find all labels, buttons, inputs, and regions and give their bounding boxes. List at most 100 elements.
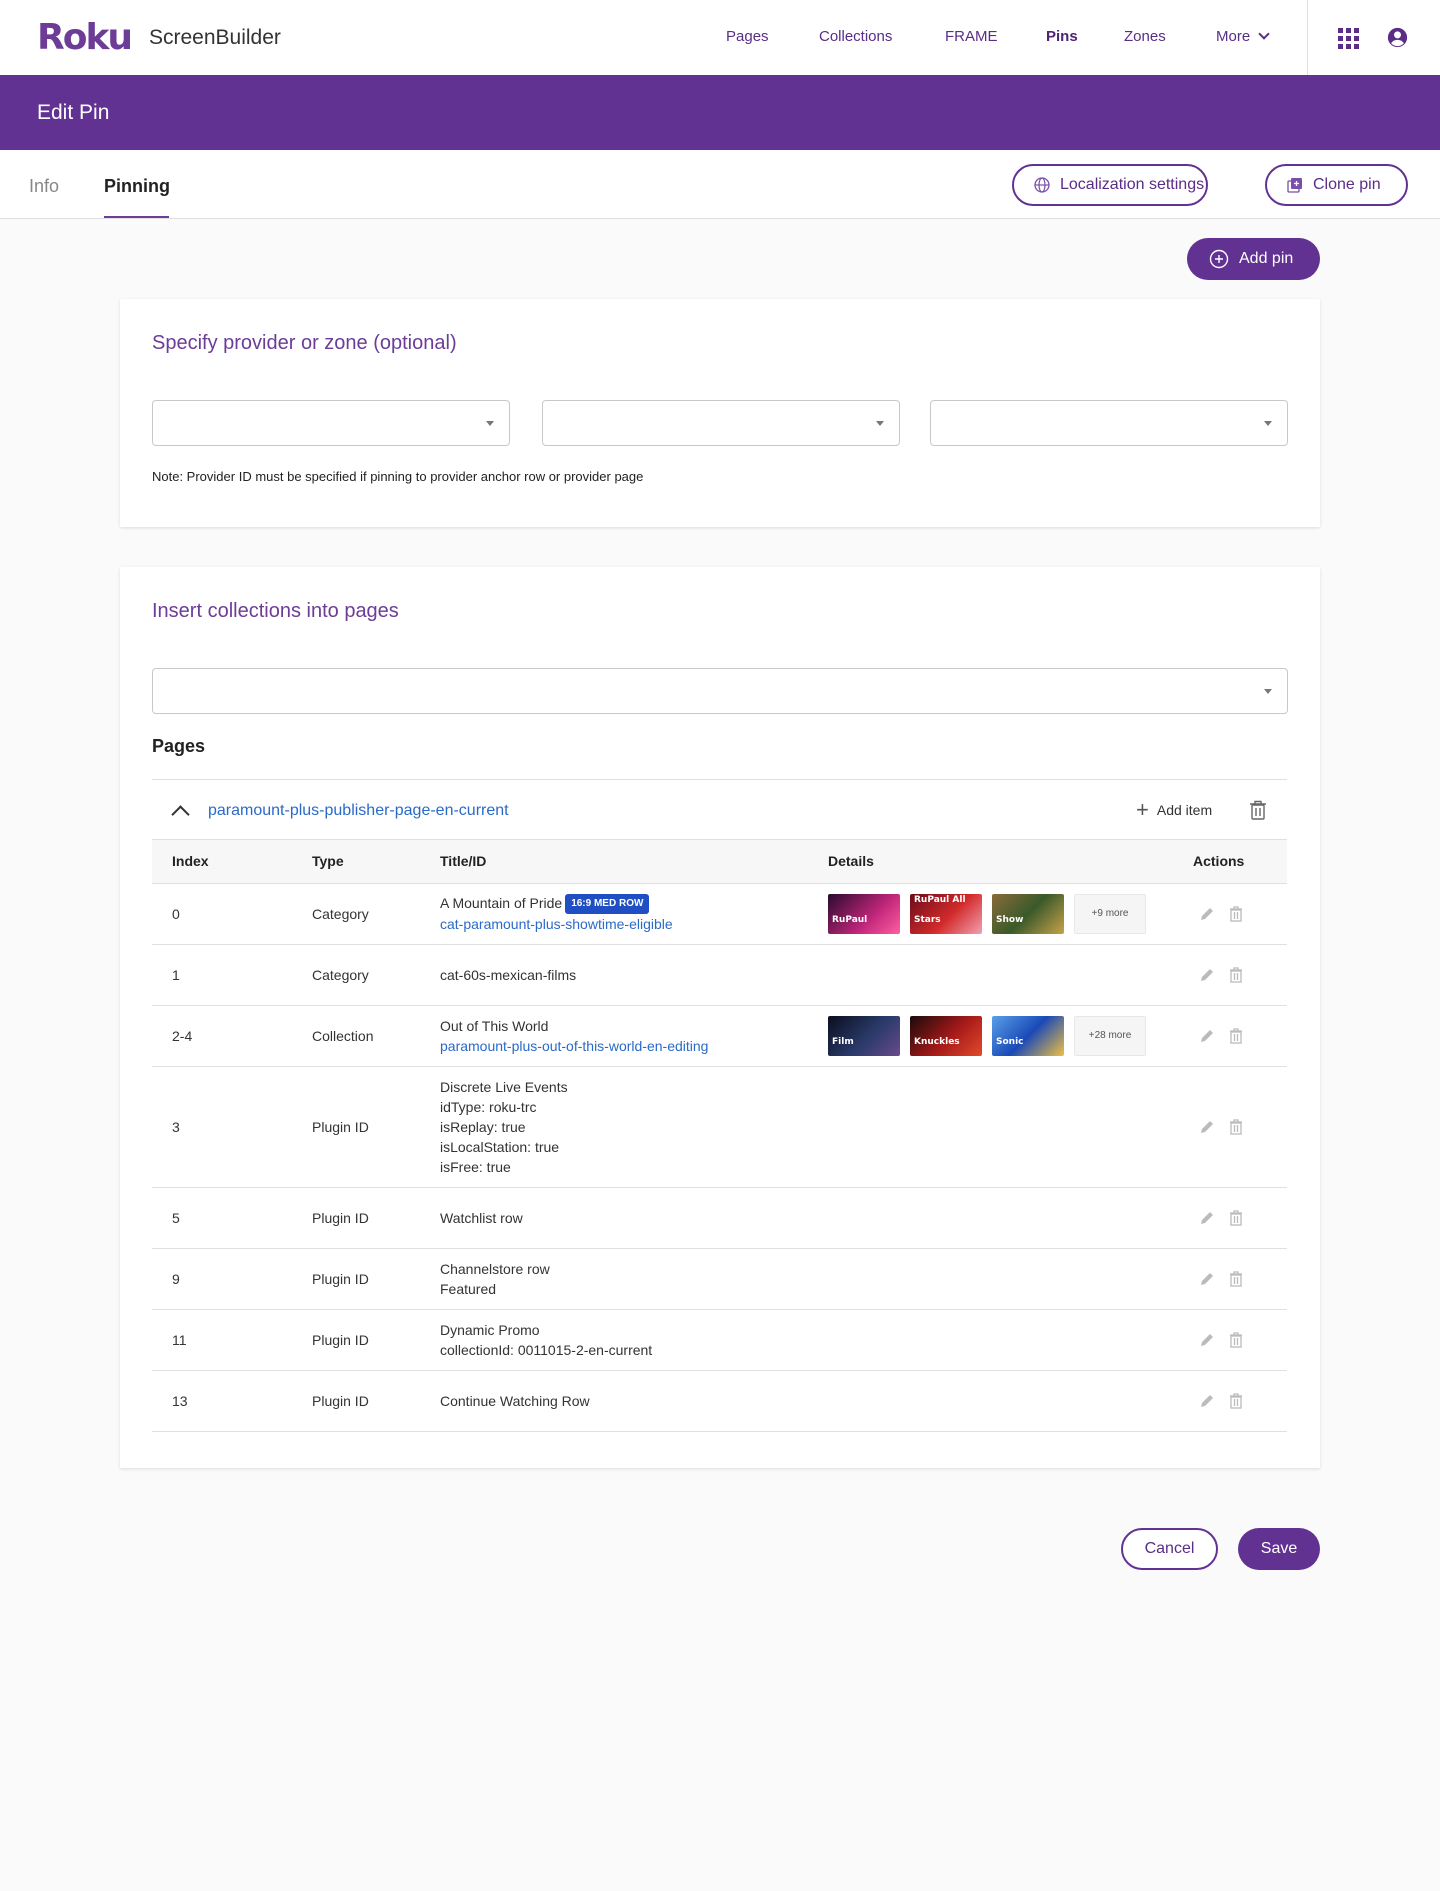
dropdown-caret-icon xyxy=(876,421,884,426)
account-circle-icon[interactable] xyxy=(1387,27,1408,48)
row-index: 11 xyxy=(152,1309,312,1371)
row-meta-line: isFree: true xyxy=(440,1158,511,1175)
row-meta-line: Featured xyxy=(440,1280,497,1297)
dropdown-caret-icon xyxy=(1264,689,1272,694)
provider-select[interactable] xyxy=(152,400,510,446)
edit-pencil-icon[interactable] xyxy=(1199,906,1215,922)
apps-grid-icon[interactable] xyxy=(1338,28,1359,49)
pages-label: Pages xyxy=(152,736,206,756)
more-thumbnails[interactable]: +9 more xyxy=(1074,893,1146,934)
thumbnail-image[interactable]: RuPaul xyxy=(828,893,900,934)
nav-divider xyxy=(1307,0,1308,75)
tab-pinning[interactable]: Pinning xyxy=(104,175,170,197)
zone-select[interactable] xyxy=(930,400,1288,446)
save-button[interactable]: Save xyxy=(1238,1528,1320,1570)
add-pin-label: Add pin xyxy=(1239,250,1294,267)
row-index: 3 xyxy=(152,1066,312,1188)
table-row: 2-4 Collection Out of This World paramou… xyxy=(152,1005,1287,1067)
row-meta-line: idType: roku-trc xyxy=(440,1098,537,1115)
page-title: Edit Pin xyxy=(37,101,110,124)
trash-icon[interactable] xyxy=(1249,800,1267,820)
thumbnail-image[interactable]: Sonic xyxy=(992,1015,1064,1056)
row-format-badge: 16:9 MED ROW xyxy=(565,894,650,915)
row-type: Plugin ID xyxy=(312,1066,440,1188)
thumbnail-image[interactable]: Knuckles xyxy=(910,1015,982,1056)
edit-pencil-icon[interactable] xyxy=(1199,1271,1215,1287)
insert-collections-card: Insert collections into pages Pages para… xyxy=(120,567,1320,1468)
table-row: 3 Plugin ID Discrete Live Events idType:… xyxy=(152,1066,1287,1188)
nav-frame[interactable]: FRAME xyxy=(945,28,998,46)
edit-pencil-icon[interactable] xyxy=(1199,1119,1215,1135)
add-pin-button[interactable]: Add pin xyxy=(1187,238,1320,280)
add-item-button[interactable]: + Add item xyxy=(1136,797,1212,822)
row-index: 0 xyxy=(152,883,312,945)
plus-icon: + xyxy=(1136,797,1149,822)
col-type[interactable]: Type xyxy=(312,840,440,884)
provider-note: Note: Provider ID must be specified if p… xyxy=(152,469,644,484)
tab-info[interactable]: Info xyxy=(29,175,59,197)
row-meta-line: isReplay: true xyxy=(440,1118,526,1135)
row-id-link[interactable]: paramount-plus-out-of-this-world-en-edit… xyxy=(440,1036,828,1056)
dropdown-caret-icon xyxy=(486,421,494,426)
nav-zones[interactable]: Zones xyxy=(1124,28,1166,46)
row-title: cat-60s-mexican-films xyxy=(440,944,828,1006)
row-type: Plugin ID xyxy=(312,1370,440,1432)
nav-pins[interactable]: Pins xyxy=(1046,28,1078,46)
row-actions xyxy=(1193,1187,1287,1249)
col-index[interactable]: Index xyxy=(152,840,312,884)
nav-pages[interactable]: Pages xyxy=(726,28,769,46)
nav-more-label: More xyxy=(1216,28,1251,45)
nav-collections[interactable]: Collections xyxy=(819,28,892,46)
row-title: Dynamic Promo xyxy=(440,1321,540,1338)
row-index: 5 xyxy=(152,1187,312,1249)
row-title-cell: Channelstore row Featured xyxy=(440,1248,828,1310)
col-title-id[interactable]: Title/ID xyxy=(440,840,828,884)
chevron-down-icon xyxy=(1258,28,1270,40)
localization-settings-button[interactable]: Localization settings xyxy=(1012,164,1208,206)
thumbnail-image[interactable]: Show xyxy=(992,893,1064,934)
clone-pin-label: Clone pin xyxy=(1313,176,1381,193)
row-details xyxy=(828,1248,1193,1310)
row-title-cell: Dynamic Promo collectionId: 0011015-2-en… xyxy=(440,1309,828,1371)
edit-pencil-icon[interactable] xyxy=(1199,1393,1215,1409)
clone-pin-button[interactable]: Clone pin xyxy=(1265,164,1408,206)
trash-icon[interactable] xyxy=(1229,1331,1243,1348)
page-group-link[interactable]: paramount-plus-publisher-page-en-current xyxy=(208,801,509,821)
row-details xyxy=(828,1370,1193,1432)
trash-icon[interactable] xyxy=(1229,966,1243,983)
row-details xyxy=(828,1066,1193,1188)
row-id-link[interactable]: cat-paramount-plus-showtime-eligible xyxy=(440,914,828,934)
row-type: Plugin ID xyxy=(312,1309,440,1371)
table-row: 1 Category cat-60s-mexican-films xyxy=(152,944,1287,1006)
col-details: Details xyxy=(828,840,1193,884)
row-meta-line: collectionId: 0011015-2-en-current xyxy=(440,1341,653,1358)
edit-pencil-icon[interactable] xyxy=(1199,1210,1215,1226)
thumbnail-image[interactable]: RuPaul All Stars xyxy=(910,893,982,934)
more-thumbnails[interactable]: +28 more xyxy=(1074,1015,1146,1056)
row-index: 9 xyxy=(152,1248,312,1310)
row-details xyxy=(828,1309,1193,1371)
edit-pencil-icon[interactable] xyxy=(1199,1028,1215,1044)
nav-more[interactable]: More xyxy=(1216,28,1270,46)
edit-pencil-icon[interactable] xyxy=(1199,1332,1215,1348)
provider-zone-title: Specify provider or zone (optional) xyxy=(152,332,457,354)
thumbnail-image[interactable]: Film xyxy=(828,1015,900,1056)
row-type: Collection xyxy=(312,1005,440,1067)
trash-icon[interactable] xyxy=(1229,1118,1243,1135)
trash-icon[interactable] xyxy=(1229,905,1243,922)
trash-icon[interactable] xyxy=(1229,1209,1243,1226)
trash-icon[interactable] xyxy=(1229,1027,1243,1044)
table-row: 11 Plugin ID Dynamic Promo collectionId:… xyxy=(152,1309,1287,1371)
copy-icon xyxy=(1287,178,1302,193)
trash-icon[interactable] xyxy=(1229,1392,1243,1409)
row-actions xyxy=(1193,1005,1287,1067)
top-navigation: Roku ScreenBuilder Pages Collections FRA… xyxy=(0,0,1440,75)
collection-select[interactable] xyxy=(152,668,1288,714)
cancel-button[interactable]: Cancel xyxy=(1121,1528,1218,1570)
col-actions: Actions xyxy=(1193,840,1287,884)
chevron-up-icon[interactable] xyxy=(171,805,190,824)
add-circle-icon xyxy=(1209,249,1229,269)
provider-id-select[interactable] xyxy=(542,400,900,446)
trash-icon[interactable] xyxy=(1229,1270,1243,1287)
edit-pencil-icon[interactable] xyxy=(1199,967,1215,983)
